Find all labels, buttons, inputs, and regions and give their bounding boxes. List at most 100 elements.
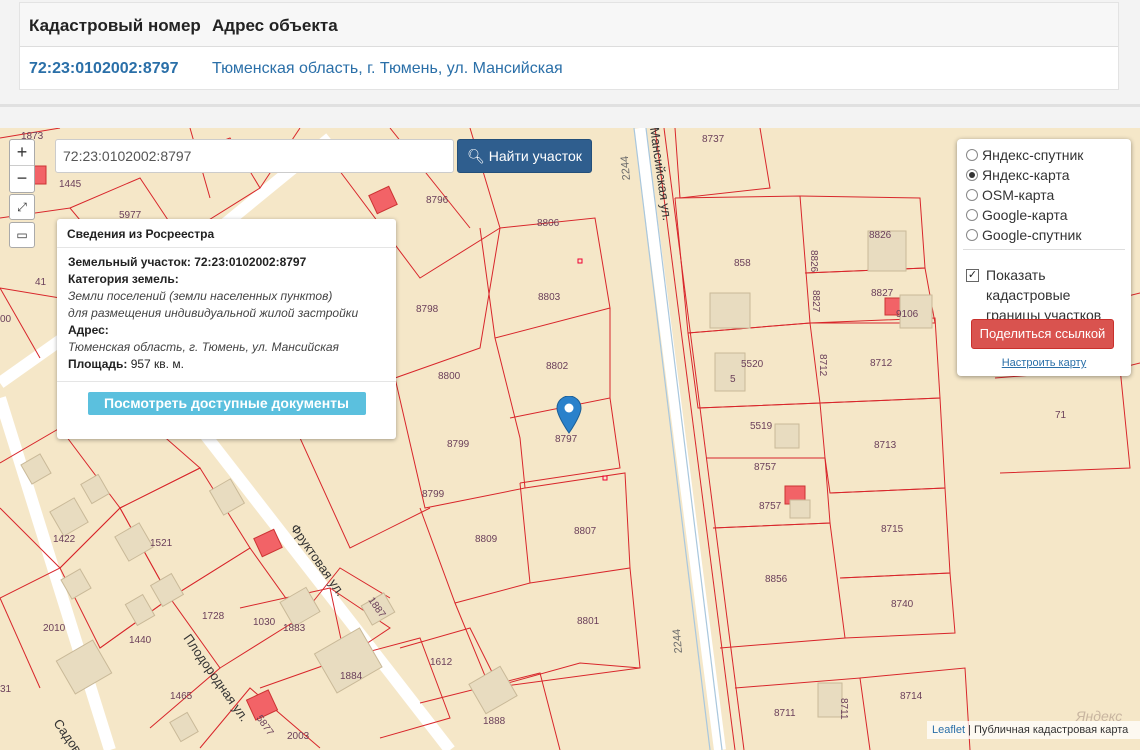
source-label: Публичная кадастровая карта bbox=[974, 724, 1129, 736]
svg-text:8798: 8798 bbox=[416, 304, 439, 315]
layer-label: Яндекс-спутник bbox=[982, 147, 1084, 163]
expand-icon: ⤢ bbox=[17, 200, 27, 214]
parcel-label: Земельный участок: bbox=[68, 255, 191, 269]
svg-text:41: 41 bbox=[35, 277, 47, 288]
area-row: Площадь: 957 кв. м. bbox=[57, 356, 396, 373]
address-value: Тюменская область, г. Тюмень, ул. Мансий… bbox=[68, 340, 339, 354]
info-divider bbox=[57, 381, 396, 382]
find-parcel-label: Найти участок bbox=[488, 148, 582, 164]
radio-selected-icon bbox=[966, 169, 978, 181]
object-table: Кадастровый номер Адрес объекта 72:23:01… bbox=[19, 2, 1119, 90]
svg-text:1728: 1728 bbox=[202, 611, 225, 622]
zoom-control: + − bbox=[9, 139, 35, 193]
leaflet-link[interactable]: Leaflet bbox=[932, 724, 965, 736]
layer-option-google-satellite[interactable]: Google-спутник bbox=[966, 226, 1081, 244]
area-label: Площадь: bbox=[68, 357, 128, 371]
category-value-line2: для размещения индивидуальной жилой заст… bbox=[68, 306, 359, 320]
svg-text:8801: 8801 bbox=[577, 616, 600, 627]
svg-text:8806: 8806 bbox=[537, 218, 560, 229]
svg-text:858: 858 bbox=[734, 258, 751, 269]
view-documents-button[interactable]: Посмотреть доступные документы bbox=[87, 392, 366, 415]
svg-text:8713: 8713 bbox=[874, 440, 897, 451]
map-attribution: Leaflet | Публичная кадастровая карта bbox=[927, 721, 1140, 739]
svg-text:8800: 8800 bbox=[438, 371, 461, 382]
svg-text:5: 5 bbox=[730, 374, 736, 385]
map[interactable]: 8737 8796 8806 8803 8798 8802 8800 8797 8799 8… bbox=[0, 128, 1140, 750]
show-borders-label[interactable]: Показать кадастровые границы участков bbox=[986, 265, 1126, 325]
svg-text:31: 31 bbox=[0, 684, 12, 695]
share-link-button[interactable]: Поделиться ссылкой bbox=[971, 319, 1114, 349]
svg-text:8796: 8796 bbox=[426, 195, 449, 206]
ruler-icon: ▭ bbox=[16, 228, 28, 242]
zoom-in-button[interactable]: + bbox=[10, 140, 34, 166]
svg-text:1465: 1465 bbox=[170, 691, 193, 702]
svg-text:8714: 8714 bbox=[900, 691, 923, 702]
layer-label: Google-карта bbox=[982, 207, 1068, 223]
svg-text:8809: 8809 bbox=[475, 534, 498, 545]
radio-icon bbox=[966, 149, 978, 161]
svg-text:8827: 8827 bbox=[810, 290, 821, 313]
measure-button[interactable]: ▭ bbox=[9, 222, 35, 248]
header-object-address: Адрес объекта bbox=[212, 16, 338, 35]
layer-option-yandex-map[interactable]: Яндекс-карта bbox=[966, 166, 1069, 184]
svg-text:8802: 8802 bbox=[546, 361, 569, 372]
configure-map-link[interactable]: Настроить карту bbox=[957, 357, 1131, 369]
layer-option-osm-map[interactable]: OSM-карта bbox=[966, 186, 1054, 204]
search-input[interactable] bbox=[55, 139, 454, 173]
svg-text:1440: 1440 bbox=[129, 635, 152, 646]
svg-text:1030: 1030 bbox=[253, 617, 276, 628]
radio-icon bbox=[966, 229, 978, 241]
layer-option-yandex-satellite[interactable]: Яндекс-спутник bbox=[966, 146, 1083, 164]
cadastral-number-link[interactable]: 72:23:0102002:8797 bbox=[29, 60, 178, 78]
svg-text:2244: 2244 bbox=[619, 155, 633, 180]
svg-text:8807: 8807 bbox=[574, 526, 597, 537]
svg-text:8827: 8827 bbox=[871, 288, 894, 299]
svg-text:8715: 8715 bbox=[881, 524, 904, 535]
layer-label: Яндекс-карта bbox=[982, 167, 1070, 183]
address-label: Адрес: bbox=[68, 323, 109, 337]
svg-text:8712: 8712 bbox=[817, 354, 828, 377]
svg-text:2003: 2003 bbox=[287, 731, 310, 742]
radio-icon bbox=[966, 209, 978, 221]
svg-text:8711: 8711 bbox=[838, 698, 849, 720]
svg-text:Плодородная ул.: Плодородная ул. bbox=[181, 631, 252, 724]
svg-text:2010: 2010 bbox=[43, 623, 66, 634]
svg-text:5519: 5519 bbox=[750, 421, 773, 432]
layers-divider bbox=[963, 249, 1125, 250]
show-borders-checkbox[interactable]: ✓ bbox=[966, 269, 979, 282]
svg-text:00: 00 bbox=[0, 314, 12, 325]
header-cadastral-number: Кадастровый номер bbox=[29, 16, 201, 35]
rosreestr-info-popup: Сведения из Росреестра Земельный участок… bbox=[57, 219, 396, 439]
parcel-value: 72:23:0102002:8797 bbox=[194, 255, 307, 269]
layer-label: OSM-карта bbox=[982, 187, 1055, 203]
zoom-out-button[interactable]: − bbox=[10, 166, 34, 192]
search-icon: 🔍︎ bbox=[467, 148, 485, 164]
layer-option-google-map[interactable]: Google-карта bbox=[966, 206, 1068, 224]
svg-text:1884: 1884 bbox=[340, 671, 363, 682]
info-title: Сведения из Росреестра bbox=[57, 219, 396, 248]
svg-text:9106: 9106 bbox=[896, 309, 919, 320]
svg-text:2244: 2244 bbox=[671, 628, 685, 653]
svg-text:1883: 1883 bbox=[283, 623, 306, 634]
fullscreen-button[interactable]: ⤢ bbox=[9, 194, 35, 220]
svg-text:8826: 8826 bbox=[869, 230, 892, 241]
svg-text:8856: 8856 bbox=[765, 574, 788, 585]
location-marker-icon[interactable] bbox=[556, 396, 582, 434]
svg-text:8797: 8797 bbox=[555, 434, 578, 445]
category-label: Категория земель: bbox=[68, 272, 179, 286]
radio-icon bbox=[966, 189, 978, 201]
svg-text:1888: 1888 bbox=[483, 716, 506, 727]
object-address-link[interactable]: Тюменская область, г. Тюмень, ул. Мансий… bbox=[212, 60, 563, 78]
table-header-row: Кадастровый номер Адрес объекта bbox=[20, 3, 1118, 47]
svg-text:8799: 8799 bbox=[422, 489, 445, 500]
svg-text:1445: 1445 bbox=[59, 179, 82, 190]
svg-text:8757: 8757 bbox=[759, 501, 782, 512]
svg-text:1521: 1521 bbox=[150, 538, 173, 549]
svg-text:8711: 8711 bbox=[774, 708, 796, 719]
parcel-row: Земельный участок: 72:23:0102002:8797 bbox=[57, 254, 396, 271]
svg-text:1612: 1612 bbox=[430, 657, 453, 668]
svg-text:8803: 8803 bbox=[538, 292, 561, 303]
find-parcel-button[interactable]: 🔍︎ Найти участок bbox=[457, 139, 592, 173]
separator bbox=[0, 104, 1140, 107]
svg-text:8757: 8757 bbox=[754, 462, 777, 473]
